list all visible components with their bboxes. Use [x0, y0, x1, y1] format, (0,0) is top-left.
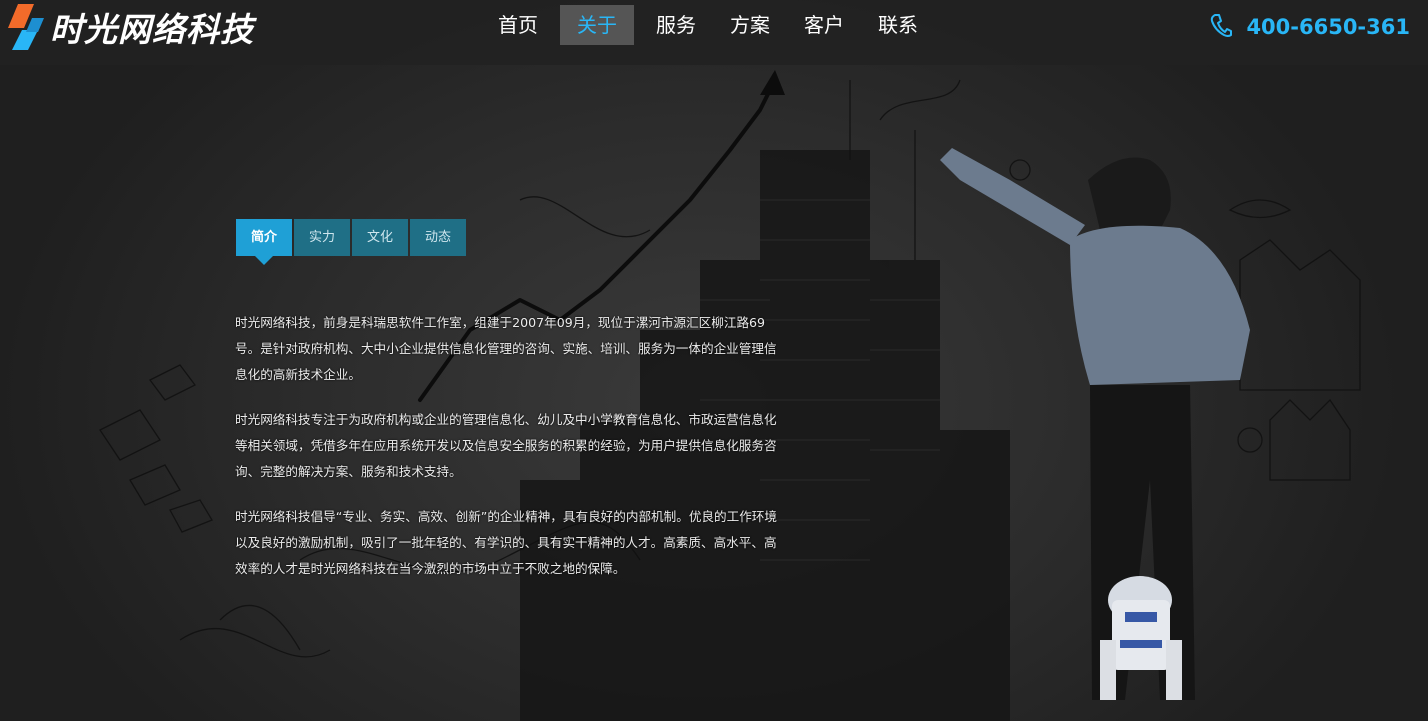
nav-item-about[interactable]: 关于: [560, 5, 634, 45]
tab-culture[interactable]: 文化: [352, 219, 408, 256]
site-header: 时光网络科技 首页 关于 服务 方案 客户 联系 400-6650-361: [0, 0, 1428, 65]
nav-item-services[interactable]: 服务: [644, 5, 708, 45]
phone-number: 400-6650-361: [1246, 15, 1410, 39]
nav-item-clients[interactable]: 客户: [792, 5, 856, 45]
nav-item-home[interactable]: 首页: [486, 5, 550, 45]
tab-intro[interactable]: 简介: [236, 219, 292, 265]
about-paragraph-3: 时光网络科技倡导“专业、务实、高效、创新”的企业精神，具有良好的内部机制。优良的…: [235, 509, 777, 576]
about-tabs: 简介 实力 文化 动态: [236, 219, 468, 265]
logo-icon: [4, 4, 48, 50]
about-paragraph-2: 时光网络科技专注于为政府机构或企业的管理信息化、幼儿及中小学教育信息化、市政运营…: [235, 412, 777, 479]
phone-icon: [1210, 13, 1233, 41]
tab-news[interactable]: 动态: [410, 219, 466, 256]
brand-name: 时光网络科技: [50, 10, 254, 49]
about-paragraph-1: 时光网络科技，前身是科瑞思软件工作室，组建于2007年09月，现位于漯河市源汇区…: [235, 315, 777, 382]
nav-item-solutions[interactable]: 方案: [718, 5, 782, 45]
phone-contact[interactable]: 400-6650-361: [1210, 12, 1410, 42]
about-content: 时光网络科技，前身是科瑞思软件工作室，组建于2007年09月，现位于漯河市源汇区…: [235, 310, 785, 601]
logo[interactable]: 时光网络科技: [4, 4, 254, 50]
nav-item-contact[interactable]: 联系: [866, 5, 930, 45]
main-nav: 首页 关于 服务 方案 客户 联系: [486, 5, 940, 45]
tab-strength[interactable]: 实力: [294, 219, 350, 256]
